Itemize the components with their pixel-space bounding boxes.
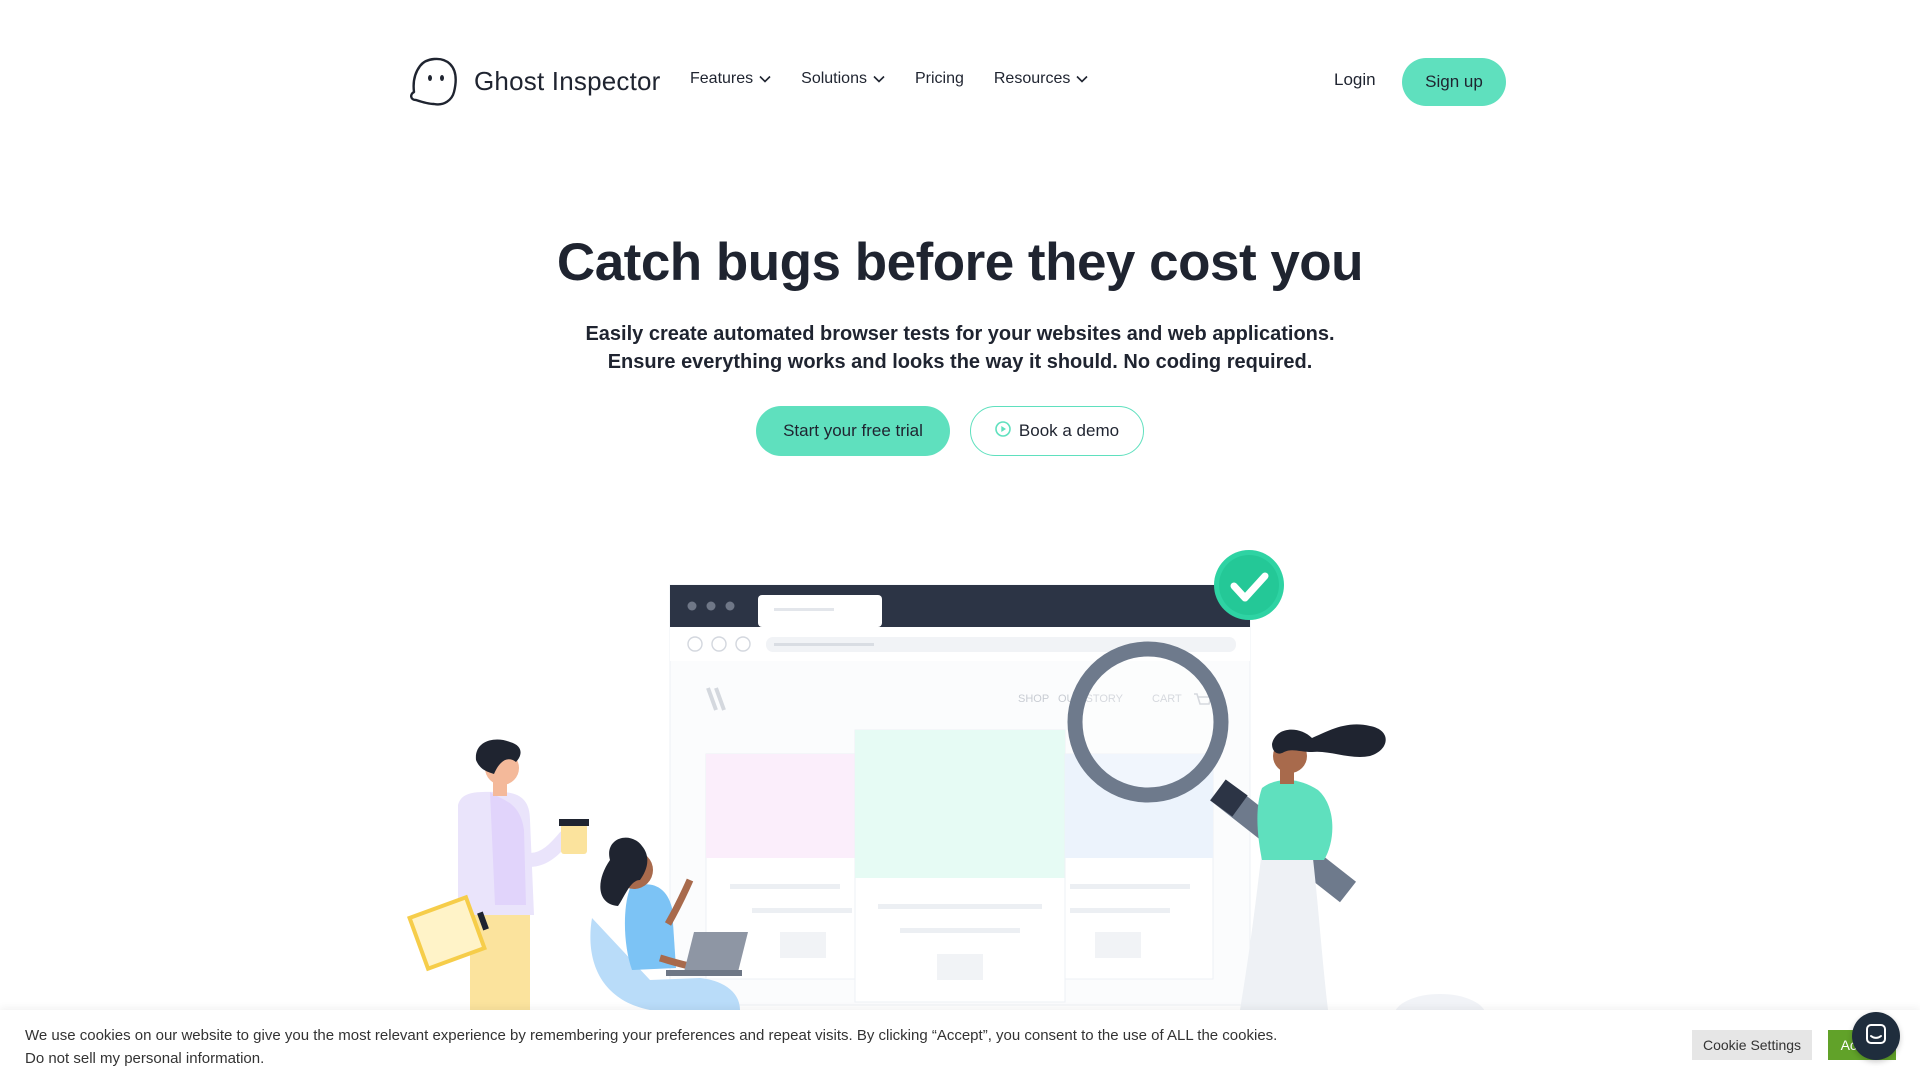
book-demo-label: Book a demo [1018, 421, 1120, 440]
decor-shape [1394, 994, 1486, 1038]
hero-title: Catch bugs before they cost you [556, 233, 1364, 292]
nav-solutions[interactable]: Solutions [801, 70, 885, 88]
hero-subtitle-line-2: Ensure everything works and looks the wa… [607, 351, 1313, 373]
chevron-down-icon [1076, 70, 1088, 88]
nav-pricing[interactable]: Pricing [915, 70, 964, 88]
hero-illustration: SHOP OUR STORY CART [0, 520, 1920, 1038]
ghost-logo-icon [408, 54, 460, 108]
play-icon [995, 420, 1019, 442]
hero-illustration-svg: SHOP OUR STORY CART [407, 550, 1486, 1038]
cookie-consent-text: We use cookies on our website to give yo… [25, 1027, 1278, 1044]
nav-features[interactable]: Features [690, 70, 771, 88]
person-standing [1240, 724, 1386, 1010]
cookie-text: We use cookies on our website to give yo… [25, 1024, 1365, 1070]
chevron-down-icon [873, 70, 885, 88]
main-nav: Features Solutions Pricing Resources [690, 70, 1118, 88]
chevron-down-icon [759, 70, 771, 88]
cookie-settings-button[interactable]: Cookie Settings [1692, 1030, 1812, 1060]
nav-resources[interactable]: Resources [994, 70, 1088, 88]
nav-resources-label: Resources [993, 70, 1071, 87]
site-header: Ghost Inspector Features Solutions Prici… [0, 0, 1920, 160]
start-free-trial-button[interactable]: Start your free trial [756, 406, 950, 456]
person-with-clipboard [407, 739, 589, 1010]
nav-features-label: Features [690, 70, 754, 87]
hero-subtitle-line-1: Easily create automated browser tests fo… [585, 323, 1335, 345]
book-demo-button[interactable]: Book a demo [970, 406, 1144, 456]
nav-solutions-label: Solutions [801, 70, 867, 87]
nav-pricing-label: Pricing [914, 70, 964, 87]
chat-launcher-button[interactable] [1852, 1012, 1900, 1060]
cookie-banner: We use cookies on our website to give yo… [0, 1010, 1920, 1080]
chat-icon [1865, 1023, 1887, 1050]
do-not-sell-link[interactable]: Do not sell my personal information. [25, 1047, 1365, 1070]
hero-subtitle: Easily create automated browser tests fo… [0, 320, 1920, 376]
check-icon [1214, 550, 1284, 620]
mock-nav-shop: SHOP [1018, 693, 1049, 705]
login-link[interactable]: Login [1334, 70, 1376, 90]
signup-button[interactable]: Sign up [1402, 58, 1506, 106]
logo-text: Ghost Inspector [474, 65, 661, 96]
logo-link[interactable]: Ghost Inspector [408, 54, 661, 108]
